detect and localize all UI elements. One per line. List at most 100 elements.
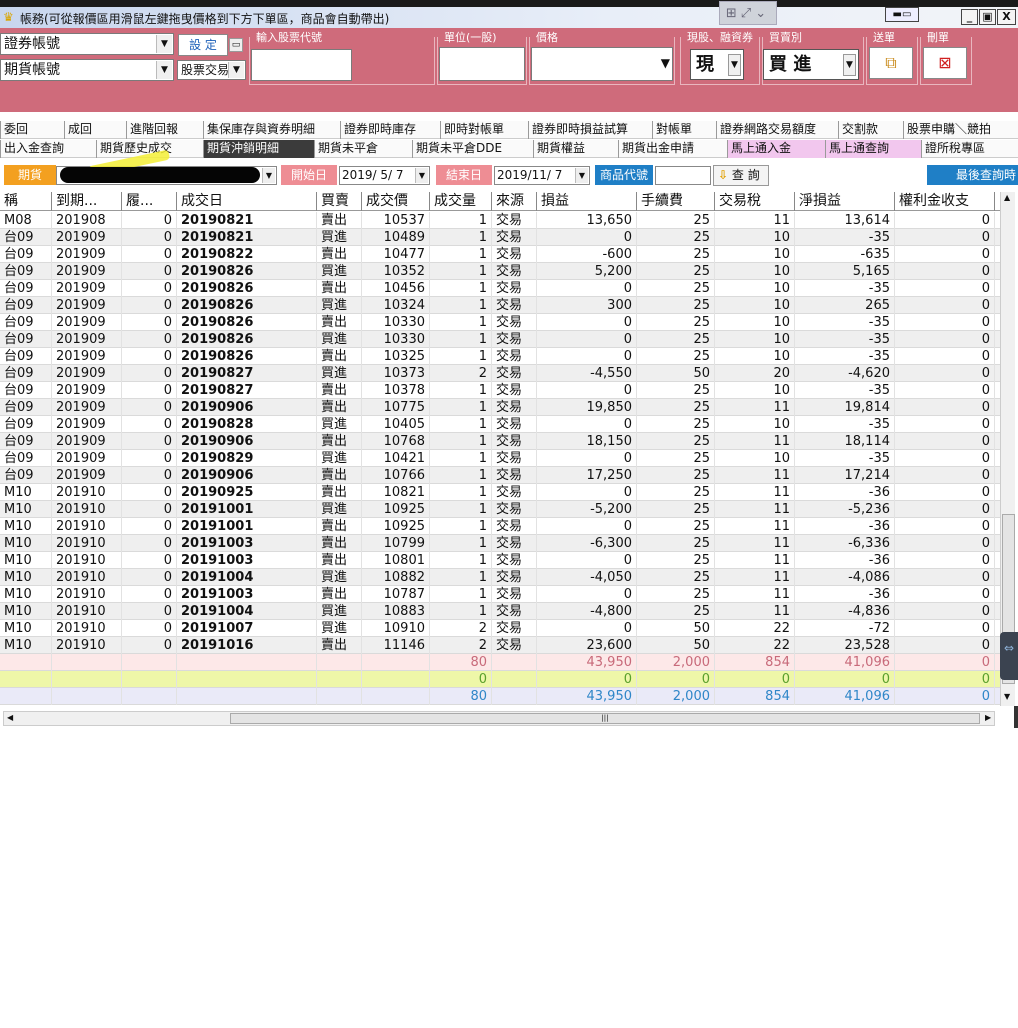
table-row[interactable]: M10 201910 0 20191001 買進 10925 1 交易 -5,200 25 11 -5… [0, 501, 1000, 518]
scroll-right-icon[interactable]: ▶ [985, 713, 991, 722]
summary-qty: 80 [430, 654, 492, 671]
price-input[interactable]: ▼ [531, 47, 673, 81]
send-order-button[interactable]: ⧉ [869, 47, 913, 79]
tab-tabs-row1-8[interactable]: 證券網路交易額度 [716, 121, 838, 139]
horizontal-scrollbar[interactable]: ◀ ||| ▶ [3, 711, 995, 726]
table-row[interactable]: 台09 201909 0 20190821 買進 10489 1 交易 0 25 10 -35 0 [0, 229, 1000, 246]
column-header-11[interactable]: 淨損益 [795, 192, 895, 211]
set-button[interactable]: 設 定 [178, 34, 228, 56]
window-edge [1014, 706, 1018, 728]
table-row[interactable]: M10 201910 0 20190925 賣出 10821 1 交易 0 25 11 -36 0 [0, 484, 1000, 501]
column-header-4[interactable]: 買賣 [317, 192, 362, 211]
column-header-6[interactable]: 成交量 [430, 192, 492, 211]
table-cell: 台09 [0, 365, 52, 382]
table-cell: 買進 [317, 620, 362, 637]
table-row[interactable]: M10 201910 0 20191003 賣出 10787 1 交易 0 25 11 -36 0 [0, 586, 1000, 603]
table-row[interactable]: M10 201910 0 20191001 賣出 10925 1 交易 0 25 11 -36 0 [0, 518, 1000, 535]
tab-tabs-row2-9[interactable]: 證所稅專區 [921, 140, 1018, 158]
column-header-0[interactable]: 稱 [0, 192, 52, 211]
start-date-picker[interactable]: 2019/ 5/ 7 ▼ [339, 166, 430, 185]
column-header-12[interactable]: 權利金收支 [895, 192, 995, 211]
delete-order-button[interactable]: ⊠ [923, 47, 967, 79]
column-header-8[interactable]: 損益 [537, 192, 637, 211]
tab-tabs-row2-8[interactable]: 馬上通查詢 [825, 140, 921, 158]
table-cell: 20190821 [177, 212, 317, 229]
futures-account-select[interactable]: 期貨帳號 ▼ [0, 59, 174, 81]
column-header-2[interactable]: 履... [122, 192, 177, 211]
tab-tabs-row2-6[interactable]: 期貨出金申請 [618, 140, 727, 158]
column-header-5[interactable]: 成交價 [362, 192, 430, 211]
table-cell: 201909 [52, 331, 122, 348]
table-row[interactable]: M10 201910 0 20191004 買進 10883 1 交易 -4,800 25 11 -4… [0, 603, 1000, 620]
side-panel-handle[interactable]: ⇔ [1000, 632, 1018, 680]
table-row[interactable]: M10 201910 0 20191016 賣出 11146 2 交易 23,600 50 22 23… [0, 637, 1000, 654]
table-row[interactable]: M10 201910 0 20191007 買進 10910 2 交易 0 50 22 -72 0 [0, 620, 1000, 637]
column-header-3[interactable]: 成交日 [177, 192, 317, 211]
tab-tabs-row1-7[interactable]: 對帳單 [652, 121, 716, 139]
table-row[interactable]: M08 201908 0 20190821 賣出 10537 1 交易 13,650 25 11 13… [0, 212, 1000, 229]
scroll-left-icon[interactable]: ◀ [7, 713, 13, 722]
table-row[interactable]: 台09 201909 0 20190829 買進 10421 1 交易 0 25 10 -35 0 [0, 450, 1000, 467]
tab-tabs-row1-3[interactable]: 集保庫存與資券明細 [203, 121, 340, 139]
table-row[interactable]: 台09 201909 0 20190826 買進 10330 1 交易 0 25 10 -35 0 [0, 331, 1000, 348]
table-cell: M10 [0, 569, 52, 586]
minimize-button[interactable]: _ [961, 9, 978, 25]
table-cell: 交易 [492, 382, 537, 399]
hscroll-thumb[interactable]: ||| [230, 713, 980, 724]
column-header-10[interactable]: 交易稅 [715, 192, 795, 211]
tab-tabs-row2-2[interactable]: 期貨沖銷明細 [203, 140, 314, 158]
pin-button[interactable]: ▬▭ [885, 7, 919, 22]
scroll-down-icon[interactable]: ▼ [1004, 692, 1010, 701]
table-row[interactable]: M10 201910 0 20191004 買進 10882 1 交易 -4,050 25 11 -4… [0, 569, 1000, 586]
column-header-1[interactable]: 到期... [52, 192, 122, 211]
unit-input[interactable] [439, 47, 525, 81]
trade-type-select[interactable]: 股票交易 ▼ [177, 60, 246, 80]
securities-account-select[interactable]: 證券帳號 ▼ [0, 33, 174, 55]
vertical-scrollbar[interactable]: ▲ ▼ [1000, 192, 1015, 706]
end-date-value: 2019/11/ 7 [497, 168, 563, 182]
tab-tabs-row1-6[interactable]: 證券即時損益試算 [528, 121, 652, 139]
table-row[interactable]: 台09 201909 0 20190827 買進 10373 2 交易 -4,550 50 20 -4… [0, 365, 1000, 382]
table-row[interactable]: 台09 201909 0 20190828 買進 10405 1 交易 0 25 10 -35 0 [0, 416, 1000, 433]
column-header-7[interactable]: 來源 [492, 192, 537, 211]
product-code-input[interactable] [655, 166, 711, 185]
table-row[interactable]: M10 201910 0 20191003 賣出 10799 1 交易 -6,300 25 11 -6… [0, 535, 1000, 552]
spin-icon[interactable]: ▼ [661, 56, 670, 70]
column-header-9[interactable]: 手續費 [637, 192, 715, 211]
table-row[interactable]: 台09 201909 0 20190826 賣出 10325 1 交易 0 25 10 -35 0 [0, 348, 1000, 365]
tab-tabs-row2-7[interactable]: 馬上通入金 [727, 140, 825, 158]
table-cell: 50 [637, 620, 715, 637]
tab-tabs-row1-4[interactable]: 證券即時庫存 [340, 121, 440, 139]
tab-tabs-row2-4[interactable]: 期貨未平倉DDE [412, 140, 533, 158]
table-cell: M10 [0, 484, 52, 501]
tab-tabs-row2-3[interactable]: 期貨未平倉 [314, 140, 412, 158]
buy-sell-select[interactable]: 買 進 ▼ [763, 49, 859, 80]
table-row[interactable]: 台09 201909 0 20190906 賣出 10768 1 交易 18,150 25 11 18… [0, 433, 1000, 450]
end-date-picker[interactable]: 2019/11/ 7 ▼ [494, 166, 590, 185]
copy-icon[interactable]: ▭ [229, 38, 243, 52]
scroll-up-icon[interactable]: ▲ [1004, 193, 1010, 202]
table-row[interactable]: 台09 201909 0 20190906 賣出 10766 1 交易 17,250 25 11 17… [0, 467, 1000, 484]
table-row[interactable]: 台09 201909 0 20190826 賣出 10456 1 交易 0 25 10 -35 0 [0, 280, 1000, 297]
cash-margin-select[interactable]: 現 ▼ [690, 49, 744, 80]
tab-tabs-row1-2[interactable]: 進階回報 [126, 121, 203, 139]
tab-tabs-row1-5[interactable]: 即時對帳單 [440, 121, 528, 139]
tab-tabs-row2-0[interactable]: 出入金查詢 [0, 140, 96, 158]
table-row[interactable]: M10 201910 0 20191003 賣出 10801 1 交易 0 25 11 -36 0 [0, 552, 1000, 569]
stock-code-input[interactable] [251, 49, 352, 81]
tab-tabs-row1-0[interactable]: 委回 [0, 121, 64, 139]
table-row[interactable]: 台09 201909 0 20190826 買進 10352 1 交易 5,200 25 10 5,1… [0, 263, 1000, 280]
table-row[interactable]: 台09 201909 0 20190822 賣出 10477 1 交易 -600 25 10 -635… [0, 246, 1000, 263]
table-row[interactable]: 台09 201909 0 20190827 賣出 10378 1 交易 0 25 10 -35 0 [0, 382, 1000, 399]
tab-tabs-row2-5[interactable]: 期貨權益 [533, 140, 618, 158]
table-row[interactable]: 台09 201909 0 20190906 賣出 10775 1 交易 19,850 25 11 19… [0, 399, 1000, 416]
query-button[interactable]: ⇩ 查 詢 [713, 165, 769, 186]
layout-grid-icon[interactable]: ⊞⤢⌄ [719, 1, 777, 25]
tab-tabs-row1-9[interactable]: 交割款 [838, 121, 903, 139]
close-button[interactable]: X [997, 9, 1016, 25]
table-row[interactable]: 台09 201909 0 20190826 賣出 10330 1 交易 0 25 10 -35 0 [0, 314, 1000, 331]
table-row[interactable]: 台09 201909 0 20190826 買進 10324 1 交易 300 25 10 265 0 [0, 297, 1000, 314]
tab-tabs-row1-1[interactable]: 成回 [64, 121, 126, 139]
tab-tabs-row1-10[interactable]: 股票申購＼競拍 [903, 121, 1018, 139]
restore-button[interactable]: ▣ [979, 9, 996, 25]
